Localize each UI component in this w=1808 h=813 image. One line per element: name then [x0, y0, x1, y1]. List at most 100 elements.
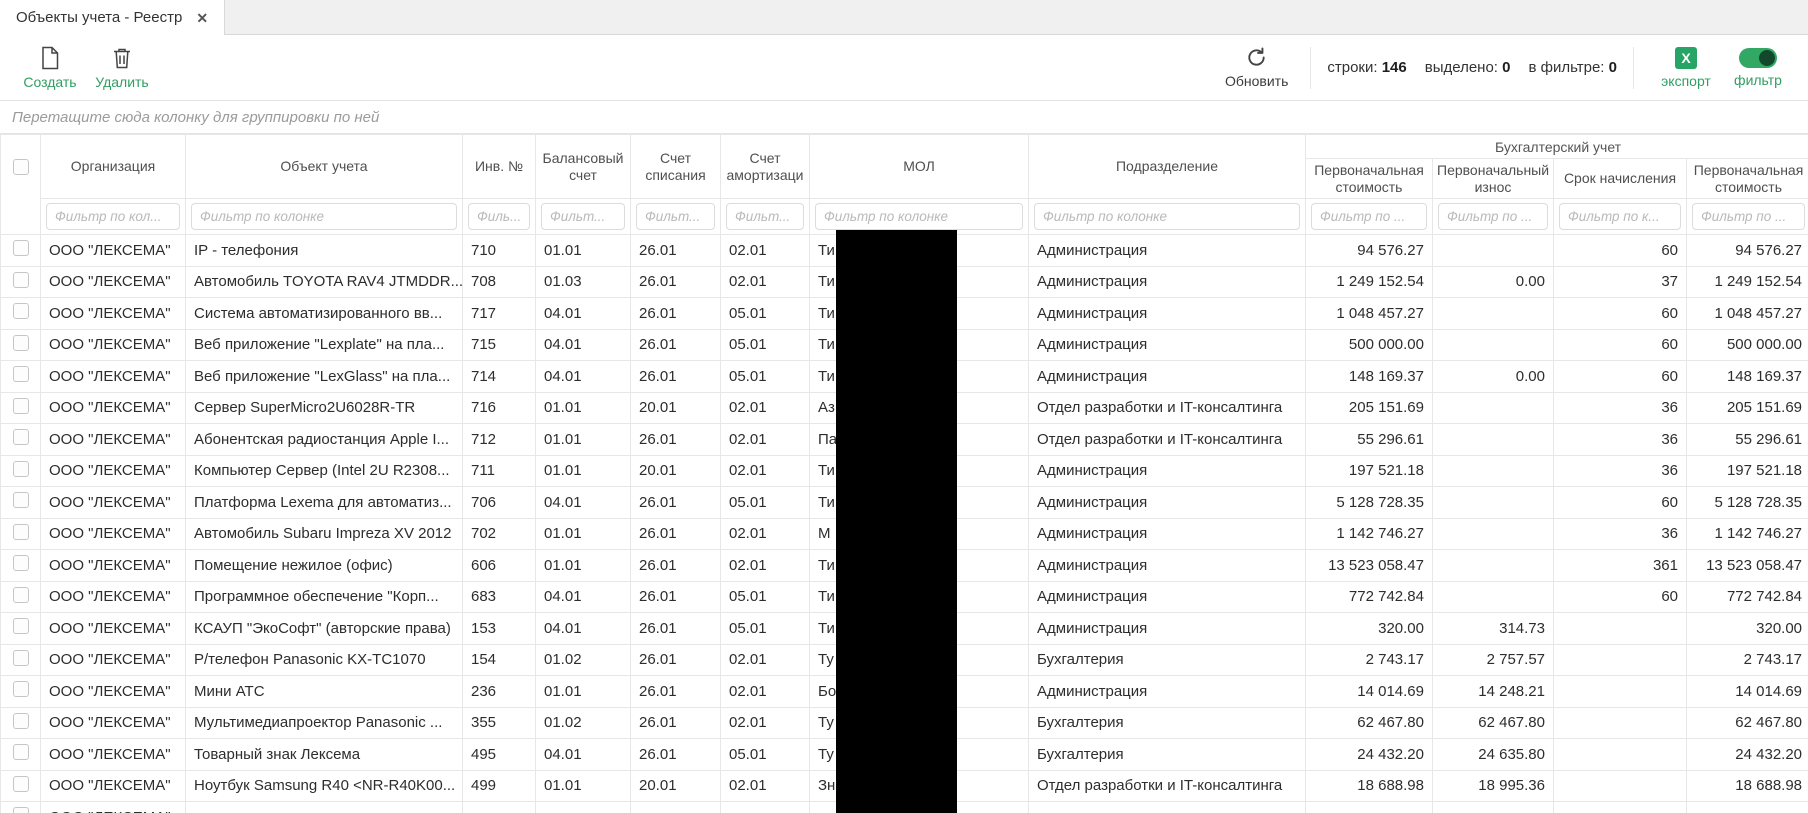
- row-checkbox[interactable]: [13, 555, 29, 571]
- cell-wear: 0.00: [1433, 361, 1554, 393]
- row-checkbox[interactable]: [13, 744, 29, 760]
- cell-cost2: 94 576.27: [1687, 235, 1808, 267]
- cell-amo: 02.01: [721, 266, 810, 298]
- cell-bal: [536, 802, 631, 813]
- cell-cost2: 1 048 457.27: [1687, 298, 1808, 330]
- cell-cost2: 18 688.98: [1687, 770, 1808, 802]
- column-header-mol[interactable]: МОЛ: [810, 135, 1029, 199]
- column-header-obj[interactable]: Объект учета: [186, 135, 463, 199]
- filter-input-inv[interactable]: [468, 203, 530, 230]
- filter-input-term[interactable]: [1559, 203, 1681, 230]
- row-checkbox[interactable]: [13, 492, 29, 508]
- cell-off: 26.01: [631, 329, 721, 361]
- export-button[interactable]: X экспорт: [1650, 45, 1722, 91]
- filter-input-bal[interactable]: [541, 203, 625, 230]
- cell-cost1: 148 169.37: [1306, 361, 1433, 393]
- filter-cell-term: [1554, 199, 1687, 235]
- filter-input-wear[interactable]: [1438, 203, 1548, 230]
- column-header-off[interactable]: Счет списания: [631, 135, 721, 199]
- row-checkbox[interactable]: [13, 618, 29, 634]
- column-header-cost2[interactable]: Первоначальная стоимость: [1687, 159, 1808, 199]
- refresh-button[interactable]: Обновить: [1219, 44, 1294, 91]
- column-header-inv[interactable]: Инв. №: [463, 135, 536, 199]
- cell-term: 36: [1554, 455, 1687, 487]
- cell-cost1: 5 128 728.35: [1306, 487, 1433, 519]
- cell-org: ООО "ЛЕКСЕМА": [41, 235, 186, 267]
- cell-dep: Бухгалтерия: [1029, 739, 1306, 771]
- row-checkbox[interactable]: [13, 303, 29, 319]
- cell-wear: [1433, 581, 1554, 613]
- select-all-checkbox[interactable]: [13, 159, 29, 175]
- cell-dep: Бухгалтерия: [1029, 644, 1306, 676]
- filter-input-amo[interactable]: [726, 203, 804, 230]
- filter-toggle-switch-icon[interactable]: [1739, 48, 1777, 68]
- delete-button-label: Удалить: [95, 74, 148, 90]
- filter-input-off[interactable]: [636, 203, 715, 230]
- tab-close-icon[interactable]: ✕: [196, 11, 208, 25]
- row-select-cell: [1, 424, 41, 456]
- cell-term: 60: [1554, 298, 1687, 330]
- cell-cost1: 772 742.84: [1306, 581, 1433, 613]
- create-button[interactable]: Создать: [14, 44, 86, 92]
- cell-dep: Бухгалтерия: [1029, 707, 1306, 739]
- delete-button[interactable]: Удалить: [86, 44, 158, 92]
- filter-cell-obj: [186, 199, 463, 235]
- row-select-cell: [1, 487, 41, 519]
- group-by-bar[interactable]: Перетащите сюда колонку для группировки …: [0, 101, 1808, 134]
- row-checkbox[interactable]: [13, 366, 29, 382]
- cell-term: 60: [1554, 487, 1687, 519]
- cell-org: ООО "ЛЕКСЕМА": [41, 581, 186, 613]
- row-checkbox[interactable]: [13, 240, 29, 256]
- filter-cell-dep: [1029, 199, 1306, 235]
- column-header-amo[interactable]: Счет амортизаци: [721, 135, 810, 199]
- column-header-term[interactable]: Срок начисления: [1554, 159, 1687, 199]
- row-checkbox[interactable]: [13, 650, 29, 666]
- column-header-org[interactable]: Организация: [41, 135, 186, 199]
- cell-inv: 495: [463, 739, 536, 771]
- column-header-wear[interactable]: Первоначальный износ: [1433, 159, 1554, 199]
- filter-toggle-button[interactable]: фильтр: [1722, 46, 1794, 90]
- refresh-button-label: Обновить: [1225, 73, 1288, 89]
- filter-input-cost1[interactable]: [1311, 203, 1427, 230]
- app-window: Объекты учета - Реестр ✕ Создать: [0, 0, 1808, 813]
- filter-input-dep[interactable]: [1034, 203, 1300, 230]
- cell-dep: Администрация: [1029, 613, 1306, 645]
- filter-input-org[interactable]: [46, 203, 180, 230]
- cell-inv: 715: [463, 329, 536, 361]
- row-checkbox[interactable]: [13, 524, 29, 540]
- row-checkbox[interactable]: [13, 681, 29, 697]
- row-checkbox[interactable]: [13, 461, 29, 477]
- cell-wear: [1433, 424, 1554, 456]
- cell-org: ООО "ЛЕКСЕМА": [41, 739, 186, 771]
- cell-term: 361: [1554, 550, 1687, 582]
- tab-objects-registry[interactable]: Объекты учета - Реестр ✕: [0, 0, 225, 35]
- cell-bal: 04.01: [536, 613, 631, 645]
- cell-term: 36: [1554, 392, 1687, 424]
- column-header-bal[interactable]: Балансовый счет: [536, 135, 631, 199]
- column-header-dep[interactable]: Подразделение: [1029, 135, 1306, 199]
- column-header-cost1[interactable]: Первоначальная стоимость: [1306, 159, 1433, 199]
- cell-obj: Компьютер Сервер (Intel 2U R2308...: [186, 455, 463, 487]
- row-checkbox[interactable]: [13, 776, 29, 792]
- cell-off: 26.01: [631, 739, 721, 771]
- cell-org: ООО "ЛЕКСЕМА": [41, 392, 186, 424]
- cell-term: [1554, 644, 1687, 676]
- cell-obj: Платформа Lexema для автоматиз...: [186, 487, 463, 519]
- row-checkbox[interactable]: [13, 335, 29, 351]
- row-checkbox[interactable]: [13, 272, 29, 288]
- cell-inv: 683: [463, 581, 536, 613]
- cell-amo: 05.01: [721, 361, 810, 393]
- cell-dep: [1029, 802, 1306, 813]
- row-checkbox[interactable]: [13, 429, 29, 445]
- cell-amo: 02.01: [721, 424, 810, 456]
- filter-input-obj[interactable]: [191, 203, 457, 230]
- row-checkbox[interactable]: [13, 398, 29, 414]
- cell-bal: 01.01: [536, 676, 631, 708]
- cell-cost1: 500 000.00: [1306, 329, 1433, 361]
- filter-input-cost2[interactable]: [1692, 203, 1805, 230]
- filter-input-mol[interactable]: [815, 203, 1023, 230]
- row-checkbox[interactable]: [13, 713, 29, 729]
- row-checkbox[interactable]: [13, 807, 29, 813]
- cell-dep: Администрация: [1029, 329, 1306, 361]
- row-checkbox[interactable]: [13, 587, 29, 603]
